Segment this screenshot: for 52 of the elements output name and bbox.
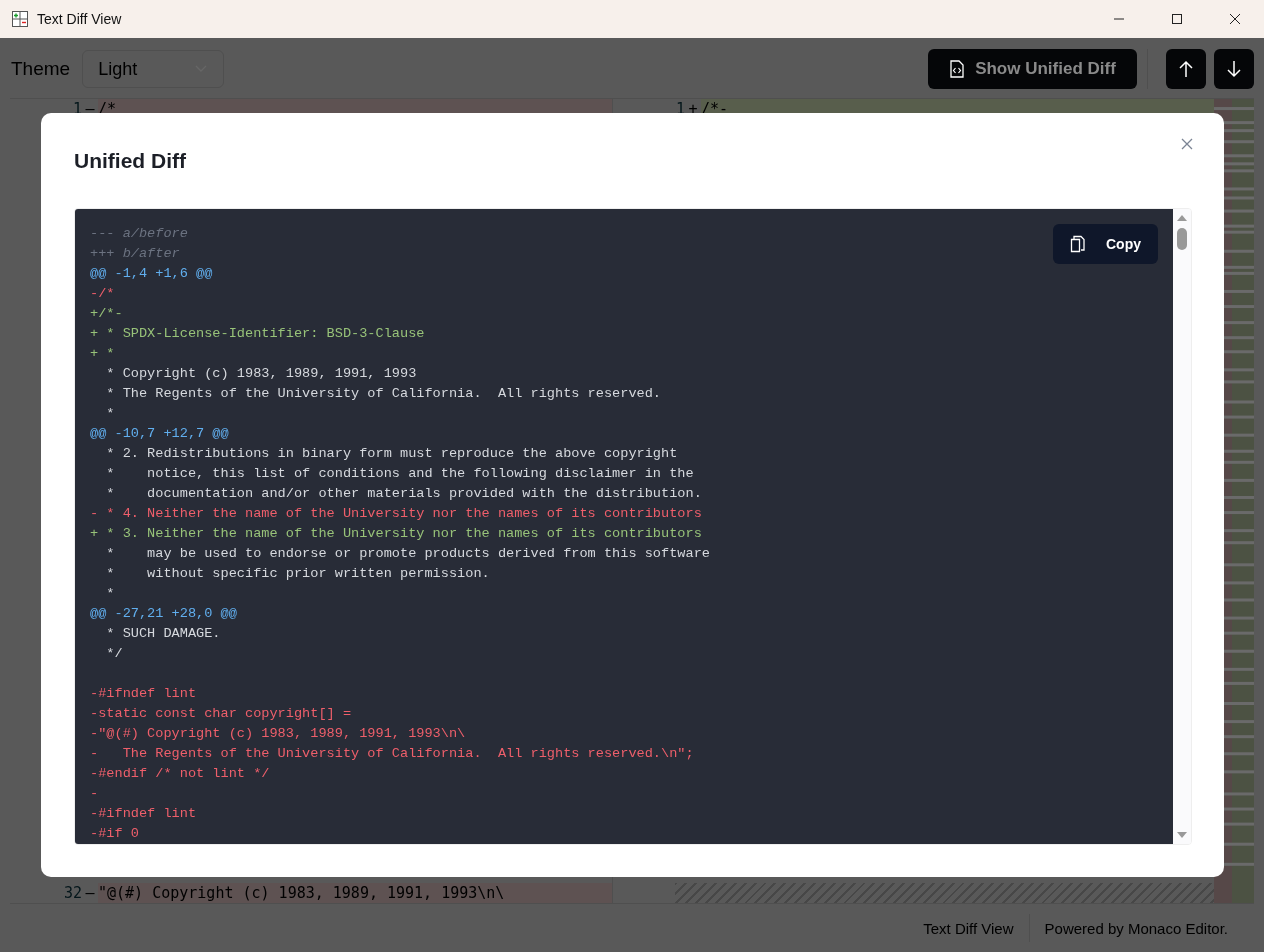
diff-line: * The Regents of the University of California. All rights reserved.	[105, 385, 662, 403]
diff-line: -#if 0	[90, 825, 139, 843]
diff-line: --- a/before	[90, 225, 188, 243]
scroll-up-icon[interactable]	[1176, 214, 1188, 222]
diff-line: + * SPDX-License-Identifier: BSD-3-Clause	[90, 325, 425, 343]
diff-line: -/*	[90, 285, 115, 303]
diff-line: @@ -1,4 +1,6 @@	[90, 265, 213, 283]
scroll-down-icon[interactable]	[1176, 831, 1188, 839]
copy-icon	[1070, 235, 1086, 253]
diff-line: -static const char copyright[] =	[90, 705, 352, 723]
diff-line: - The Regents of the University of California. All rights reserved.\n";	[90, 745, 694, 763]
dialog-title: Unified Diff	[74, 148, 186, 173]
diff-line: +/*-	[90, 305, 123, 323]
diff-line: + *	[90, 345, 115, 363]
change-marker: —	[84, 99, 96, 119]
copy-button[interactable]: Copy	[1053, 224, 1158, 264]
diff-line: + * 3. Neither the name of the University nor the names of its contributors	[90, 525, 702, 543]
diff-line: *	[105, 585, 115, 603]
footer-powered-by: Powered by Monaco Editor.	[1044, 919, 1228, 937]
show-unified-diff-button[interactable]: Show Unified Diff	[928, 49, 1137, 89]
diff-line: +++ b/after	[90, 245, 180, 263]
diff-line: * 2. Redistributions in binary form must reproduce the above copyright	[105, 445, 678, 463]
theme-label: Theme	[11, 58, 71, 80]
diff-line: * without specific prior written permission.	[105, 565, 490, 583]
diff-line: -#endif /* not lint */	[90, 765, 270, 783]
arrow-up-icon	[1178, 60, 1194, 78]
footer-app-name: Text Diff View	[923, 919, 1014, 937]
change-marker: —	[84, 883, 96, 903]
next-change-button[interactable]	[1214, 49, 1254, 89]
theme-select[interactable]: Light	[82, 50, 225, 88]
diff-line: -#ifndef lint	[90, 685, 197, 703]
diff-line: * notice, this list of conditions and the following disclaimer in the	[105, 465, 694, 483]
diff-line: * may be used to endorse or promote products derived from this software	[105, 545, 710, 563]
line-number: 32	[62, 883, 82, 903]
arrow-down-icon	[1226, 60, 1242, 78]
diff-line: -#ifndef lint	[90, 805, 197, 823]
diff-line: @@ -27,21 +28,0 @@	[90, 605, 237, 623]
window-title: Text Diff View	[37, 11, 122, 27]
diff-line: @@ -10,7 +12,7 @@	[90, 425, 229, 443]
diff-line: * SUCH DAMAGE.	[105, 625, 221, 643]
diff-line: *	[105, 405, 115, 423]
diff-line: */	[105, 645, 123, 663]
diff-line: * documentation and/or other materials provided with the distribution.	[105, 485, 702, 503]
diff-line: * Copyright (c) 1983, 1989, 1991, 1993	[105, 365, 417, 383]
previous-change-button[interactable]	[1166, 49, 1206, 89]
scroll-thumb[interactable]	[1177, 228, 1187, 250]
code-file-icon	[949, 60, 966, 78]
change-marker: +	[687, 99, 699, 119]
diff-line: - * 4. Neither the name of the University nor the names of its contributors	[90, 505, 702, 523]
diff-line: -	[90, 785, 99, 803]
app-icon	[12, 11, 28, 27]
diff-line: -"@(#) Copyright (c) 1983, 1989, 1991, 1993\n\	[90, 725, 466, 743]
